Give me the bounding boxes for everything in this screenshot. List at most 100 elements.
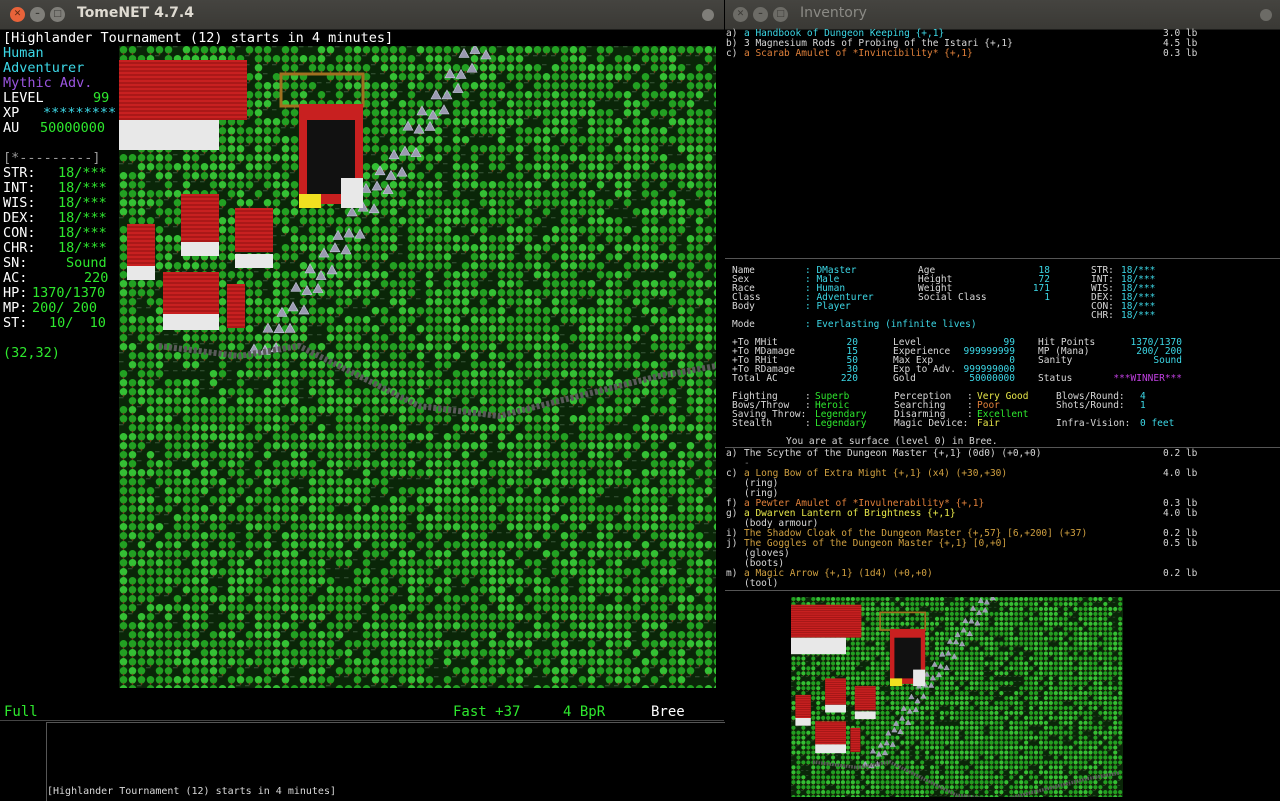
mp-label: MP: [3,301,27,316]
exp-bar: [*---------] [3,151,101,166]
speed-status: Fast +37 [453,704,520,720]
progress-label: Gold [893,374,916,384]
window-title: Inventory [800,5,867,21]
level-label: LEVEL [3,91,44,106]
ac-label: AC: [3,271,27,286]
mode-label: Mode [732,320,755,330]
minimap[interactable] [791,597,1123,797]
skill-label: Magic Device: [894,419,968,429]
char-stat-label: CHR: [1091,311,1114,321]
main-titlebar[interactable]: ✕ – □ TomeNET 4.7.4 [0,0,724,30]
stat-value: 18/*** [58,226,107,241]
close-button[interactable]: ✕ [733,7,748,22]
vital-value: Sound [1105,356,1182,366]
combat-value: 220 [825,374,858,384]
equipment-slot: j) [726,539,737,549]
equipment-item-name: (tool) [744,579,778,589]
equipment-slot: m) [726,569,737,579]
minimize-button[interactable]: – [30,7,45,22]
stat-name: STR: [3,166,36,181]
blows-per-round: 4 BpR [563,704,605,720]
main-game-window: ✕ – □ TomeNET 4.7.4 [Highlander Tourname… [0,0,724,800]
st-value: 10/ 10 [49,316,106,331]
progress-value: 50000000 [955,374,1015,384]
char-field-value: : Player [805,302,851,312]
char-field-value: 1 [1015,293,1050,303]
stat-value: 18/*** [58,241,107,256]
stat-name: INT: [3,181,36,196]
level-value: 99 [93,91,109,106]
equipment-item-name: The Scythe of the Dungeon Master {+,1} (… [744,449,1041,459]
mode-value: : Everlasting (infinite lives) [805,320,977,330]
stat-name: DEX: [3,211,36,226]
equipment-item-name: a Long Bow of Extra Might {+,1} (x4) (+3… [744,469,1007,479]
message-divider [0,720,724,721]
skill-colon: : [805,419,811,429]
vital-label: Sanity [1038,356,1072,366]
stat-name: CHR: [3,241,36,256]
inventory-slot: c) [726,49,737,59]
skill-label: Infra-Vision: [1056,419,1130,429]
window-menu-button[interactable] [702,9,714,21]
maximize-button[interactable]: □ [773,7,788,22]
hp-label: HP: [3,286,27,301]
race-label: Human [3,46,44,61]
equipment-item-weight: 0.2 lb [1163,449,1197,459]
minimize-button[interactable]: – [753,7,768,22]
char-stat-value: 18/*** [1121,311,1155,321]
location-line: You are at surface (level 0) in Bree. [786,437,998,447]
stat-name: CON: [3,226,36,241]
location-name: Bree [651,704,685,720]
inventory-window: ✕ – □ Inventory a)a Handbook of Dungeon … [725,0,1280,800]
vital-label: Status [1038,374,1072,384]
equipment-item-weight: 4.0 lb [1163,469,1197,479]
equipment-slot: c) [726,469,737,479]
skill-label: Stealth [732,419,772,429]
separator [725,258,1280,259]
xp-label: XP [3,106,19,121]
skill-value: Fair [977,419,1000,429]
stat-value: 18/*** [58,166,107,181]
sanity-value: Sound [66,256,107,271]
xp-value: ********* [43,106,116,121]
inventory-item-weight: 0.3 lb [1163,49,1197,59]
equipment-item-weight: 4.0 lb [1163,509,1197,519]
skill-value: Legendary [815,419,866,429]
equipment-item-weight: 0.2 lb [1163,569,1197,579]
inventory-titlebar[interactable]: ✕ – □ Inventory [725,0,1280,30]
mp-value: 200/ 200 [32,301,97,316]
header-message: [Highlander Tournament (12) starts in 4 … [3,31,393,46]
town-map[interactable] [119,46,716,688]
close-button[interactable]: ✕ [10,7,25,22]
char-field-label: Social Class [918,293,987,303]
st-label: ST: [3,316,27,331]
minimap-canvas [791,597,1123,797]
vital-value: ***WINNER*** [1105,374,1182,384]
map-canvas [119,46,716,688]
skill-label: Shots/Round: [1056,401,1125,411]
skill-value: 0 feet [1140,419,1174,429]
stat-value: 18/*** [58,211,107,226]
stat-name: WIS: [3,196,36,211]
au-value: 50000000 [40,121,105,136]
equipment-item-weight: 0.5 lb [1163,539,1197,549]
stat-value: 18/*** [58,181,107,196]
class-label: Adventurer [3,61,84,76]
title-label: Mythic Adv. [3,76,92,91]
window-title: TomeNET 4.7.4 [77,5,194,21]
sanity-label: SN: [3,256,27,271]
window-menu-button[interactable] [1260,9,1272,21]
combat-label: Total AC [732,374,778,384]
inventory-item-name: a Scarab Amulet of *Invincibility* {+,1} [744,49,973,59]
stat-value: 18/*** [58,196,107,211]
equipment-slot: a) [726,449,737,459]
skill-value: 1 [1140,401,1146,411]
hp-value: 1370/1370 [32,286,105,301]
char-field-label: Body [732,302,755,312]
hunger-status: Full [4,704,38,720]
au-label: AU [3,121,19,136]
maximize-button[interactable]: □ [50,7,65,22]
separator [725,590,1280,591]
message-log-line: [Highlander Tournament (12) starts in 4 … [47,786,336,797]
coordinates: (32,32) [3,346,60,361]
